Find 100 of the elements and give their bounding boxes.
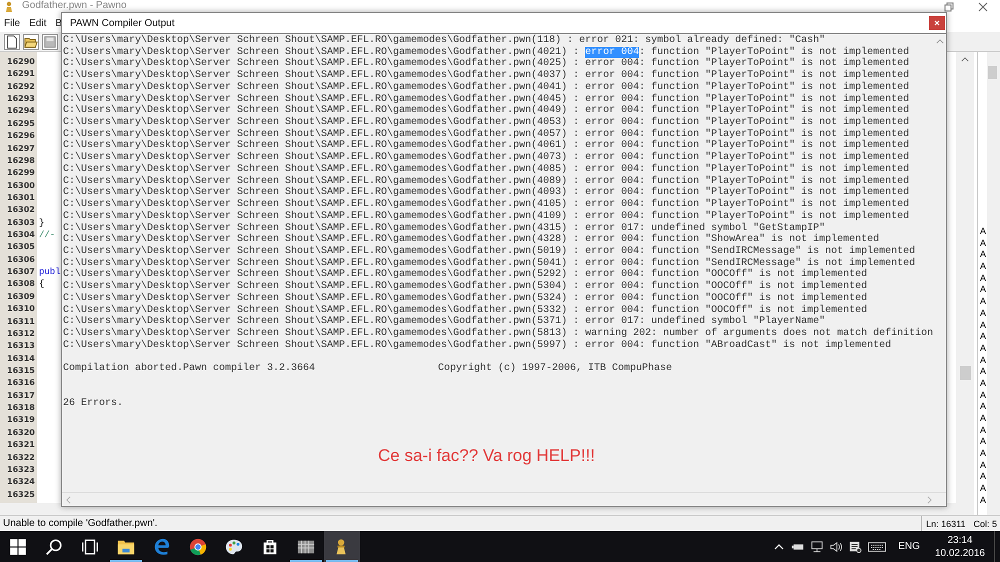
annotation-text: Ce sa-i fac?? Va rog HELP!!! [378, 446, 596, 466]
line-number: 16325 [6, 488, 36, 501]
restore-icon[interactable] [944, 2, 954, 12]
line-number: 16320 [6, 426, 36, 439]
output-line: C:\Users\mary\Desktop\Server Schreen Shout\SAMP.EFL.RO\gamemodes\Godfather.pwn(4025) : error 004: function "PlayerToPoint" is not implemented [63, 58, 910, 70]
taskbar-app-button[interactable] [324, 531, 360, 562]
save-icon[interactable] [42, 34, 58, 50]
status-message: Unable to compile 'Godfather.pwn'. [2, 518, 158, 529]
line-number: 16292 [6, 80, 36, 93]
output-line: C:\Users\mary\Desktop\Server Schreen Shout\SAMP.EFL.RO\gamemodes\Godfather.pwn(4041) : error 004: function "PlayerToPoint" is not implemented [63, 82, 910, 94]
panel-text: A [979, 331, 987, 343]
line-indicator: Ln: 16311 [926, 518, 966, 528]
output-line: C:\Users\mary\Desktop\Server Schreen Shout\SAMP.EFL.RO\gamemodes\Godfather.pwn(5041) : error 004: function "SendIRCMessage" is not implemented [63, 258, 916, 269]
output-line: C:\Users\mary\Desktop\Server Schreen Shout\SAMP.EFL.RO\gamemodes\Godfather.pwn(4109) : error 004: function "PlayerToPoint" is not implemented [63, 210, 910, 222]
line-number: 16299 [6, 167, 36, 180]
column-indicator: Col: 5 [973, 518, 997, 528]
panel-text: A [979, 354, 987, 366]
scrollbar[interactable] [987, 52, 1000, 515]
output-line: C:\Users\mary\Desktop\Server Schreen Shout\SAMP.EFL.RO\gamemodes\Godfather.pwn(4089) : error 004: function "PlayerToPoint" is not implemented [63, 176, 910, 187]
line-number: 16298 [6, 154, 36, 167]
output-line: C:\Users\mary\Desktop\Server Schreen Shout\SAMP.EFL.RO\gamemodes\Godfather.pwn(5304) : error 004: function "OOCOff" is not implemented [63, 281, 868, 292]
output-line: C:\Users\mary\Desktop\Server Schreen Shout\SAMP.EFL.RO\gamemodes\Godfather.pwn(4315) : error 017: undefined symbol "GetStampIP" [63, 222, 826, 234]
line-number: 16302 [6, 204, 36, 216]
line-number: 16321 [6, 439, 36, 452]
scroll-up-icon[interactable] [936, 39, 944, 44]
line-number: 16306 [6, 254, 36, 266]
line-number: 16313 [6, 340, 36, 352]
output-line: C:\Users\mary\Desktop\Server Schreen Shout\SAMP.EFL.RO\gamemodes\Godfather.pwn(4105) : error 004: function "PlayerToPoint" is not implemented [63, 199, 910, 210]
new-file-icon[interactable] [4, 34, 20, 50]
notification-icon[interactable] [848, 540, 862, 552]
panel-text: A [979, 460, 987, 472]
panel-text: A [979, 366, 987, 378]
output-line: C:\Users\mary\Desktop\Server Schreen Shout\SAMP.EFL.RO\gamemodes\Godfather.pwn(5324) : error 004: function "OOCOff" is not implemented [63, 292, 868, 304]
panel-text: A [979, 494, 987, 506]
network-icon[interactable] [810, 540, 824, 552]
line-number: 16307 [6, 266, 36, 278]
panel-text: A [979, 320, 987, 332]
line-number: 16297 [6, 142, 36, 155]
output-line: C:\Users\mary\Desktop\Server Schreen Shout\SAMP.EFL.RO\gamemodes\Godfather.pwn(4037) : error 004: function "PlayerToPoint" is not implemented [63, 70, 910, 82]
shopping-bag-icon [261, 538, 279, 556]
dialog-title: PAWN Compiler Output [70, 18, 174, 28]
line-number: 16316 [6, 377, 36, 390]
panel-text: A [979, 284, 987, 296]
output-line: C:\Users\mary\Desktop\Server Schreen Shout\SAMP.EFL.RO\gamemodes\Godfather.pwn(4057) : error 004: function "PlayerToPoint" is not implemented [63, 128, 910, 140]
line-number: 16305 [6, 241, 36, 254]
output-line: Copyright (c) 1997-2006, ITB CompuPhase [438, 363, 672, 375]
open-folder-icon[interactable] [23, 34, 39, 50]
browser-icon [153, 538, 171, 556]
scroll-up-icon[interactable] [961, 57, 969, 62]
selected-text: error 004 [585, 46, 640, 58]
output-line: Compilation aborted.Pawn compiler 3.2.3664 [63, 363, 316, 375]
line-number: 16314 [6, 352, 36, 365]
close-button[interactable] [929, 16, 945, 30]
scrollbar[interactable] [956, 52, 974, 503]
panel-text: A [979, 483, 987, 495]
windows-logo-icon [9, 538, 27, 556]
panel-text: A [979, 342, 987, 355]
line-number: 16303 [6, 216, 36, 229]
output-line: 26 Errors. [63, 398, 124, 410]
task-view-icon [81, 538, 99, 556]
panel-text: A [979, 238, 987, 250]
line-number: 16300 [6, 180, 36, 192]
output-line: C:\Users\mary\Desktop\Server Schreen Shout\SAMP.EFL.RO\gamemodes\Godfather.pwn(4049) : error 004: function "PlayerToPoint" is not implemented [63, 105, 910, 116]
output-line: C:\Users\mary\Desktop\Server Schreen Shout\SAMP.EFL.RO\gamemodes\Godfather.pwn(4073) : error 004: function "PlayerToPoint" is not implemented [63, 152, 910, 164]
line-number: 16310 [6, 303, 36, 316]
scroll-thumb[interactable] [988, 66, 997, 79]
panel-text: A [979, 424, 987, 436]
line-number: 16308 [6, 278, 36, 290]
output-line: C:\Users\mary\Desktop\Server Schreen Shout\SAMP.EFL.RO\gamemodes\Godfather.pwn(5292) : error 004: function "OOCOff" is not implemented [63, 269, 868, 280]
line-number: 16295 [6, 118, 36, 130]
browser-icon [189, 538, 207, 556]
menu-item[interactable]: Edit [29, 16, 46, 32]
panel-text: A [979, 272, 987, 284]
output-line: C:\Users\mary\Desktop\Server Schreen Shout\SAMP.EFL.RO\gamemodes\Godfather.pwn(5997) : error 004: function "ABroadCast" is not implemented [63, 340, 892, 352]
menu-item[interactable]: File [4, 16, 20, 32]
panel-text: A [979, 448, 987, 460]
output-line: C:\Users\mary\Desktop\Server Schreen Shout\SAMP.EFL.RO\gamemodes\Godfather.pwn(5019) : error 004: function "SendIRCMessage" is not implemented [63, 246, 916, 258]
code-text: //- [39, 230, 56, 240]
output-text: : function "PlayerToPoint" is not implemented [639, 46, 910, 58]
line-number: 16324 [6, 476, 36, 488]
line-number: 16311 [6, 316, 36, 328]
line-number: 16322 [6, 452, 36, 464]
clock[interactable]: 23:14 10.02.2016 [934, 534, 985, 560]
panel-text: A [979, 261, 987, 273]
output-line: C:\Users\mary\Desktop\Server Schreen Shout\SAMP.EFL.RO\gamemodes\Godfather.pwn(4093) : error 004: function "PlayerToPoint" is not implemented [63, 187, 910, 198]
scroll-thumb[interactable] [960, 366, 971, 380]
panel-text: A [979, 249, 987, 262]
output-line: C:\Users\mary\Desktop\Server Schreen Shout\SAMP.EFL.RO\gamemodes\Godfather.pwn(4045) : error 004: function "PlayerToPoint" is not implemented [63, 94, 910, 105]
panel-text: A [979, 226, 987, 238]
keyboard-icon[interactable] [867, 540, 888, 552]
panel-text: A [979, 390, 987, 402]
output-line: C:\Users\mary\Desktop\Server Schreen Shout\SAMP.EFL.RO\gamemodes\Godfather.pwn(4053) : error 004: function "PlayerToPoint" is not implemented [63, 117, 910, 128]
close-icon[interactable] [978, 2, 988, 12]
volume-icon[interactable] [829, 540, 844, 552]
code-text: { [39, 279, 44, 290]
output-line: C:\Users\mary\Desktop\Server Schreen Shout\SAMP.EFL.RO\gamemodes\Godfather.pwn(4085) : error 004: function "PlayerToPoint" is not implemented [63, 164, 910, 176]
line-number: 16294 [6, 105, 36, 118]
output-line: C:\Users\mary\Desktop\Server Schreen Shout\SAMP.EFL.RO\gamemodes\Godfather.pwn(4061) : error 004: function "PlayerToPoint" is not implemented [63, 140, 910, 152]
language-indicator[interactable]: ENG [898, 541, 920, 552]
line-number: 16293 [6, 93, 36, 106]
